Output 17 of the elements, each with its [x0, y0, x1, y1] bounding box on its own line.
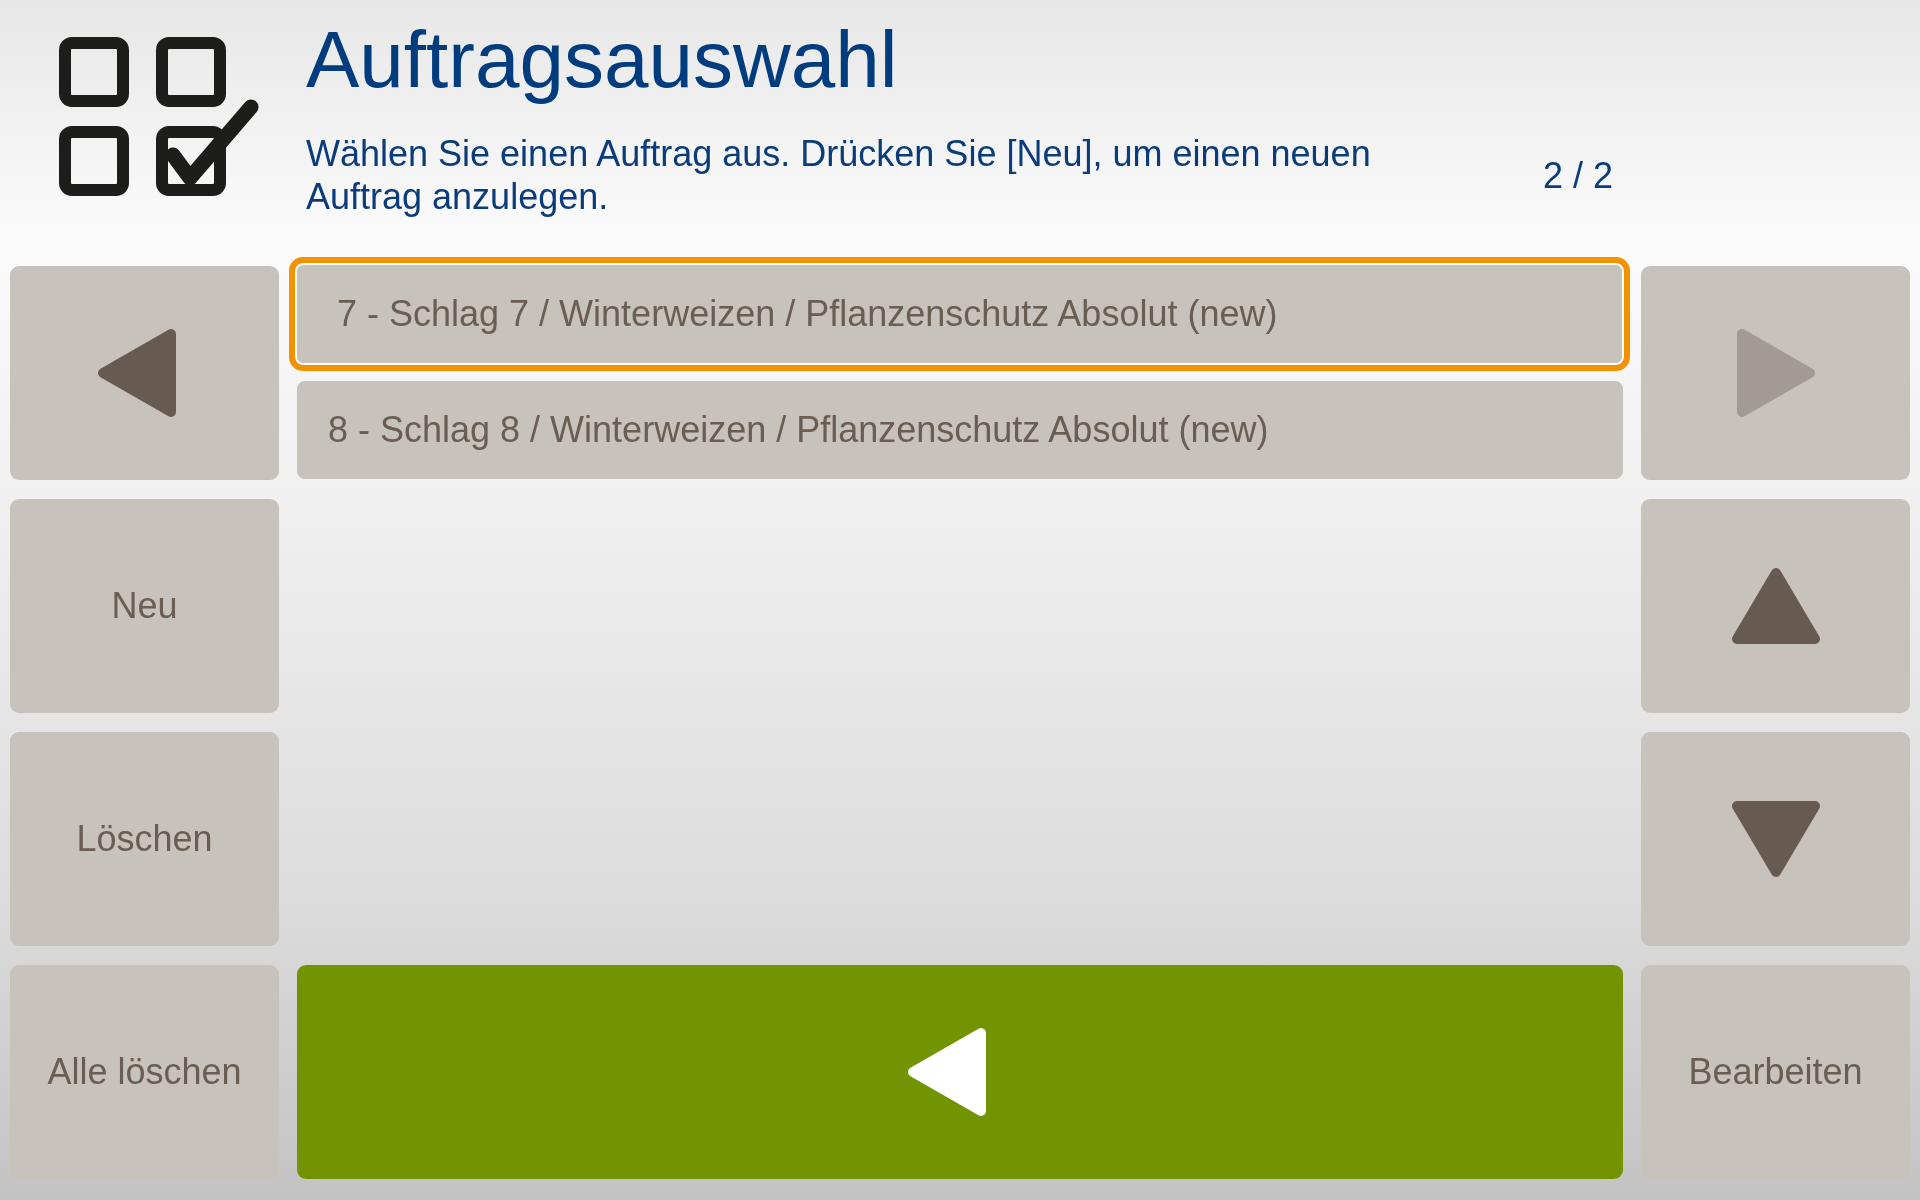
- order-list-item[interactable]: 8 - Schlag 8 / Winterweizen / Pflanzenschutz Absolut (new): [297, 381, 1623, 479]
- arrow-button[interactable]: [1641, 732, 1910, 946]
- action-button[interactable]: Löschen: [10, 732, 279, 946]
- left-triangle-icon: [96, 328, 177, 418]
- checklist-icon: [59, 37, 259, 197]
- left-triangle-icon: [907, 1027, 987, 1117]
- page-indicator: 2 / 2: [1542, 153, 1613, 197]
- action-button[interactable]: Alle löschen: [10, 965, 279, 1179]
- instruction-text: Wählen Sie einen Auftrag aus. Drücken Sie [Neu], um einen neuen Auftrag anzulegen.: [306, 132, 1372, 218]
- arrow-button[interactable]: [1641, 499, 1910, 713]
- right-triangle-icon: [1735, 328, 1816, 418]
- down-triangle-icon: [1730, 800, 1821, 878]
- up-triangle-icon: [1730, 567, 1821, 645]
- order-list-item[interactable]: 7 - Schlag 7 / Winterweizen / Pflanzenschutz Absolut (new): [289, 257, 1630, 371]
- action-button[interactable]: Neu: [10, 499, 279, 713]
- action-button[interactable]: Bearbeiten: [1641, 965, 1910, 1179]
- arrow-button[interactable]: [10, 266, 279, 480]
